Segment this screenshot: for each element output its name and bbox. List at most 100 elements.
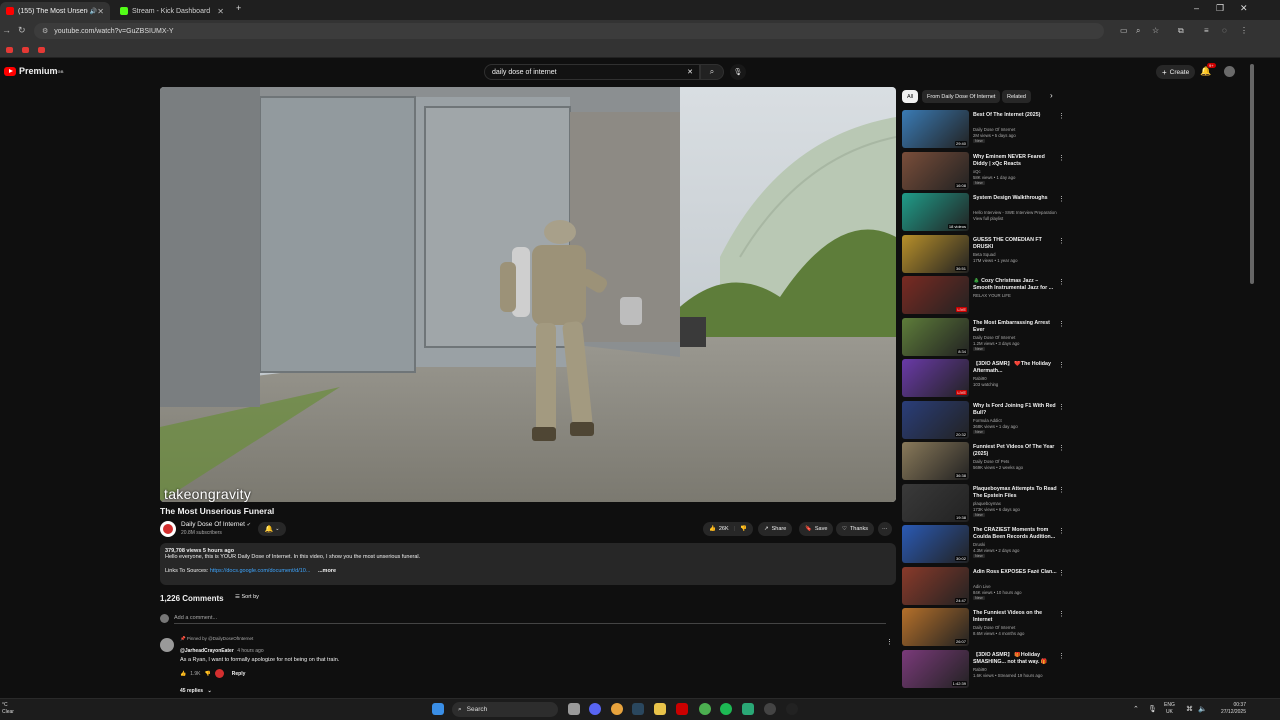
video-thumbnail[interactable]: 26:07: [902, 608, 969, 646]
search-button[interactable]: ⌕: [700, 64, 724, 80]
steam-icon[interactable]: [632, 703, 644, 715]
related-video-title[interactable]: Funniest Pet Videos Of The Year (2025): [973, 444, 1059, 458]
source-link[interactable]: https://docs.google.com/document/d/10...: [210, 568, 311, 574]
account-avatar[interactable]: [1224, 66, 1235, 77]
related-video-title[interactable]: 【3DIO ASMR】 ❤️The Holiday Aftermath...: [973, 361, 1059, 375]
related-video-channel[interactable]: Daily Dose Of Internet: [973, 127, 1015, 132]
tray-expand-icon[interactable]: ⌃: [1133, 705, 1139, 713]
comment-dislike-icon[interactable]: 👎: [205, 671, 211, 677]
comment-time[interactable]: 4 hours ago: [237, 648, 263, 654]
save-button[interactable]: 🔖 Save: [799, 522, 834, 536]
address-bar[interactable]: ⚙ youtube.com/watch?v=GuZBSIUMX-Y: [34, 23, 1104, 39]
site-info-icon[interactable]: ⚙: [42, 27, 48, 35]
video-thumbnail[interactable]: 30:02: [902, 525, 969, 563]
volume-icon[interactable]: 🔈: [1198, 705, 1207, 713]
related-video-item[interactable]: 16:08 Why Eminem NEVER Feared Diddy | xQc…: [902, 151, 1065, 192]
video-menu-icon[interactable]: ⋮: [1058, 154, 1065, 162]
add-comment-input[interactable]: Add a comment...: [174, 615, 886, 624]
video-thumbnail[interactable]: 36:51: [902, 234, 969, 273]
input-language[interactable]: ENG UK: [1164, 702, 1175, 716]
subscription-notifications-button[interactable]: 🔔 ⌄: [258, 522, 286, 536]
reload-icon[interactable]: ↻: [18, 25, 26, 36]
zoom-icon[interactable]: ⌕: [1136, 26, 1140, 36]
related-video-channel[interactable]: Rabi90: [973, 376, 987, 381]
page-scrollbar[interactable]: [1250, 64, 1254, 284]
related-video-item[interactable]: 20:32 Why Is Ford Joining F1 With Red Bul…: [902, 400, 1065, 441]
video-menu-icon[interactable]: ⋮: [1058, 610, 1065, 618]
related-video-item[interactable]: LIVE 【3DIO ASMR】 ❤️The Holiday Aftermath.…: [902, 359, 1065, 399]
comment-author[interactable]: @JarheadCrayonEater: [180, 648, 234, 654]
video-menu-icon[interactable]: ⋮: [1058, 486, 1065, 494]
like-icon[interactable]: 👍: [709, 526, 716, 532]
related-video-title[interactable]: Why Eminem NEVER Feared Diddy | xQc Reac…: [973, 154, 1059, 168]
windows-start-icon[interactable]: [432, 703, 444, 715]
related-video-channel[interactable]: Hello Interview - SWE Interview Preparat…: [973, 210, 1057, 215]
description-box[interactable]: 379,708 views 5 hours ago Hello everyone…: [160, 543, 896, 585]
extensions-icon[interactable]: ⧉: [1178, 26, 1184, 36]
related-video-title[interactable]: Plaqueboymax Attempts To Read The Epstei…: [973, 486, 1059, 500]
related-video-title[interactable]: The CRAZIEST Moments from Coulda Been Re…: [973, 527, 1059, 541]
video-menu-icon[interactable]: ⋮: [1058, 403, 1065, 411]
profile-icon[interactable]: ◌: [1222, 26, 1227, 35]
tab-kick[interactable]: Stream - Kick Dashboard ✕: [114, 2, 230, 20]
related-video-channel[interactable]: Beta Squad: [973, 252, 995, 257]
more-actions-button[interactable]: ···: [878, 522, 892, 536]
related-video-title[interactable]: Why Is Ford Joining F1 With Red Bull?: [973, 403, 1059, 417]
task-view-icon[interactable]: [568, 703, 580, 715]
related-video-item[interactable]: 18 videos System Design Walkthroughs Hello…: [902, 193, 1065, 233]
taskbar-search[interactable]: ⌕ Search: [452, 702, 558, 717]
video-menu-icon[interactable]: ⋮: [1058, 112, 1065, 120]
related-video-title[interactable]: The Funniest Videos on the Internet: [973, 610, 1059, 624]
system-clock[interactable]: 00:37 27/12/2025: [1210, 702, 1246, 716]
minimize-button[interactable]: –: [1194, 3, 1199, 13]
video-thumbnail[interactable]: LIVE: [902, 359, 969, 397]
related-video-item[interactable]: 36:38 Funniest Pet Videos Of The Year (20…: [902, 442, 1065, 482]
related-video-channel[interactable]: plaqueboymax: [973, 501, 1001, 506]
related-video-item[interactable]: 1:42:39 【3DIO ASMR】 🎁Holiday SMASHING... …: [902, 649, 1065, 690]
bookmark-youtube-icon[interactable]: [38, 47, 45, 53]
new-tab-button[interactable]: +: [236, 3, 241, 13]
chip-from-channel[interactable]: From Daily Dose Of Internet: [922, 90, 1001, 103]
app-icon[interactable]: [786, 703, 798, 715]
tray-mic-icon[interactable]: 🎙: [1148, 705, 1157, 713]
video-thumbnail[interactable]: 1:42:39: [902, 649, 969, 688]
related-video-channel[interactable]: RELAX YOUR LIFE: [973, 293, 1011, 298]
comment-menu-icon[interactable]: ⋮: [886, 638, 893, 646]
video-thumbnail[interactable]: 18 videos: [902, 193, 969, 231]
related-video-channel[interactable]: Druski: [973, 542, 985, 547]
like-dislike-group[interactable]: 👍 26K | 👎: [703, 522, 753, 536]
video-menu-icon[interactable]: ⋮: [1058, 361, 1065, 369]
sort-comments-button[interactable]: ☰ Sort by: [235, 594, 259, 600]
related-video-title[interactable]: 【3DIO ASMR】 🎁Holiday SMASHING... not tha…: [973, 652, 1059, 666]
chips-next-icon[interactable]: ›: [1050, 91, 1053, 100]
related-video-title[interactable]: 🎄 Cozy Christmas Jazz – Smooth Instrumen…: [973, 278, 1059, 292]
close-tab-icon[interactable]: ✕: [217, 7, 224, 16]
video-menu-icon[interactable]: ⋮: [1058, 195, 1065, 203]
app-icon[interactable]: [699, 703, 711, 715]
related-video-channel[interactable]: Formula Addict: [973, 418, 1002, 423]
video-thumbnail[interactable]: 8:34: [902, 317, 969, 356]
youtube-premium-logo[interactable]: Premium GB: [4, 66, 64, 76]
thanks-button[interactable]: ♡ Thanks: [836, 522, 874, 536]
bookmark-youtube-icon[interactable]: [6, 47, 13, 53]
network-icon[interactable]: ⌘: [1186, 705, 1193, 713]
related-video-item[interactable]: 19:38 Plaqueboymax Attempts To Read The E…: [902, 483, 1065, 524]
video-player[interactable]: takeongravity: [160, 87, 896, 502]
commenter-avatar[interactable]: [160, 638, 174, 652]
maximize-button[interactable]: ❐: [1216, 3, 1224, 14]
video-menu-icon[interactable]: ⋮: [1058, 444, 1065, 452]
discord-icon[interactable]: [589, 703, 601, 715]
video-thumbnail[interactable]: 29:40: [902, 110, 969, 148]
search-input[interactable]: daily dose of internet ✕: [484, 64, 700, 80]
related-video-item[interactable]: LIVE 🎄 Cozy Christmas Jazz – Smooth Instr…: [902, 276, 1065, 316]
bookmark-star-icon[interactable]: ☆: [1152, 26, 1159, 35]
video-menu-icon[interactable]: ⋮: [1058, 320, 1065, 328]
speaker-icon[interactable]: 🔊: [90, 8, 97, 15]
related-video-channel[interactable]: Daily Dose Of Pets: [973, 459, 1009, 464]
video-menu-icon[interactable]: ⋮: [1058, 569, 1065, 577]
channel-avatar[interactable]: [160, 521, 176, 537]
related-video-channel[interactable]: Adin Live: [973, 584, 991, 589]
video-menu-icon[interactable]: ⋮: [1058, 278, 1065, 286]
video-thumbnail[interactable]: 36:38: [902, 442, 969, 480]
related-video-title[interactable]: Adin Ross EXPOSES Fazé Clan...: [973, 569, 1059, 576]
